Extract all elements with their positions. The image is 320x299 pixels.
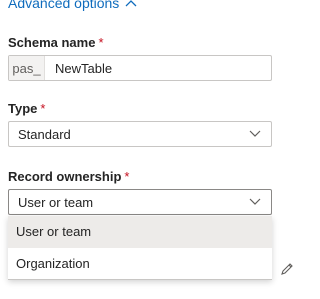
- schema-name-field[interactable]: pas_ NewTable: [8, 55, 272, 81]
- required-indicator: *: [98, 35, 104, 50]
- record-ownership-value: User or team: [18, 194, 94, 210]
- chevron-down-icon: [249, 198, 261, 205]
- option-organization[interactable]: Organization: [8, 248, 272, 280]
- type-select[interactable]: Standard: [8, 121, 272, 147]
- advanced-options-toggle[interactable]: Advanced options: [8, 0, 137, 11]
- type-select-value: Standard: [18, 126, 71, 142]
- chevron-down-icon: [249, 130, 261, 137]
- chevron-up-icon: [125, 0, 137, 7]
- record-ownership-select[interactable]: User or team: [8, 189, 272, 215]
- record-ownership-label: Record ownership *: [8, 169, 130, 184]
- type-label: Type *: [8, 101, 46, 116]
- option-user-or-team[interactable]: User or team: [8, 216, 272, 248]
- schema-name-input[interactable]: NewTable: [45, 61, 112, 76]
- schema-name-label: Schema name *: [8, 35, 104, 50]
- pencil-icon[interactable]: [280, 262, 294, 276]
- table-properties-panel: Advanced options Schema name * pas_ NewTa…: [0, 0, 299, 299]
- required-indicator: *: [124, 169, 130, 184]
- record-ownership-dropdown: User or team Organization: [8, 216, 272, 280]
- schema-prefix: pas_: [9, 56, 45, 80]
- advanced-options-label: Advanced options: [8, 0, 120, 11]
- required-indicator: *: [40, 101, 46, 116]
